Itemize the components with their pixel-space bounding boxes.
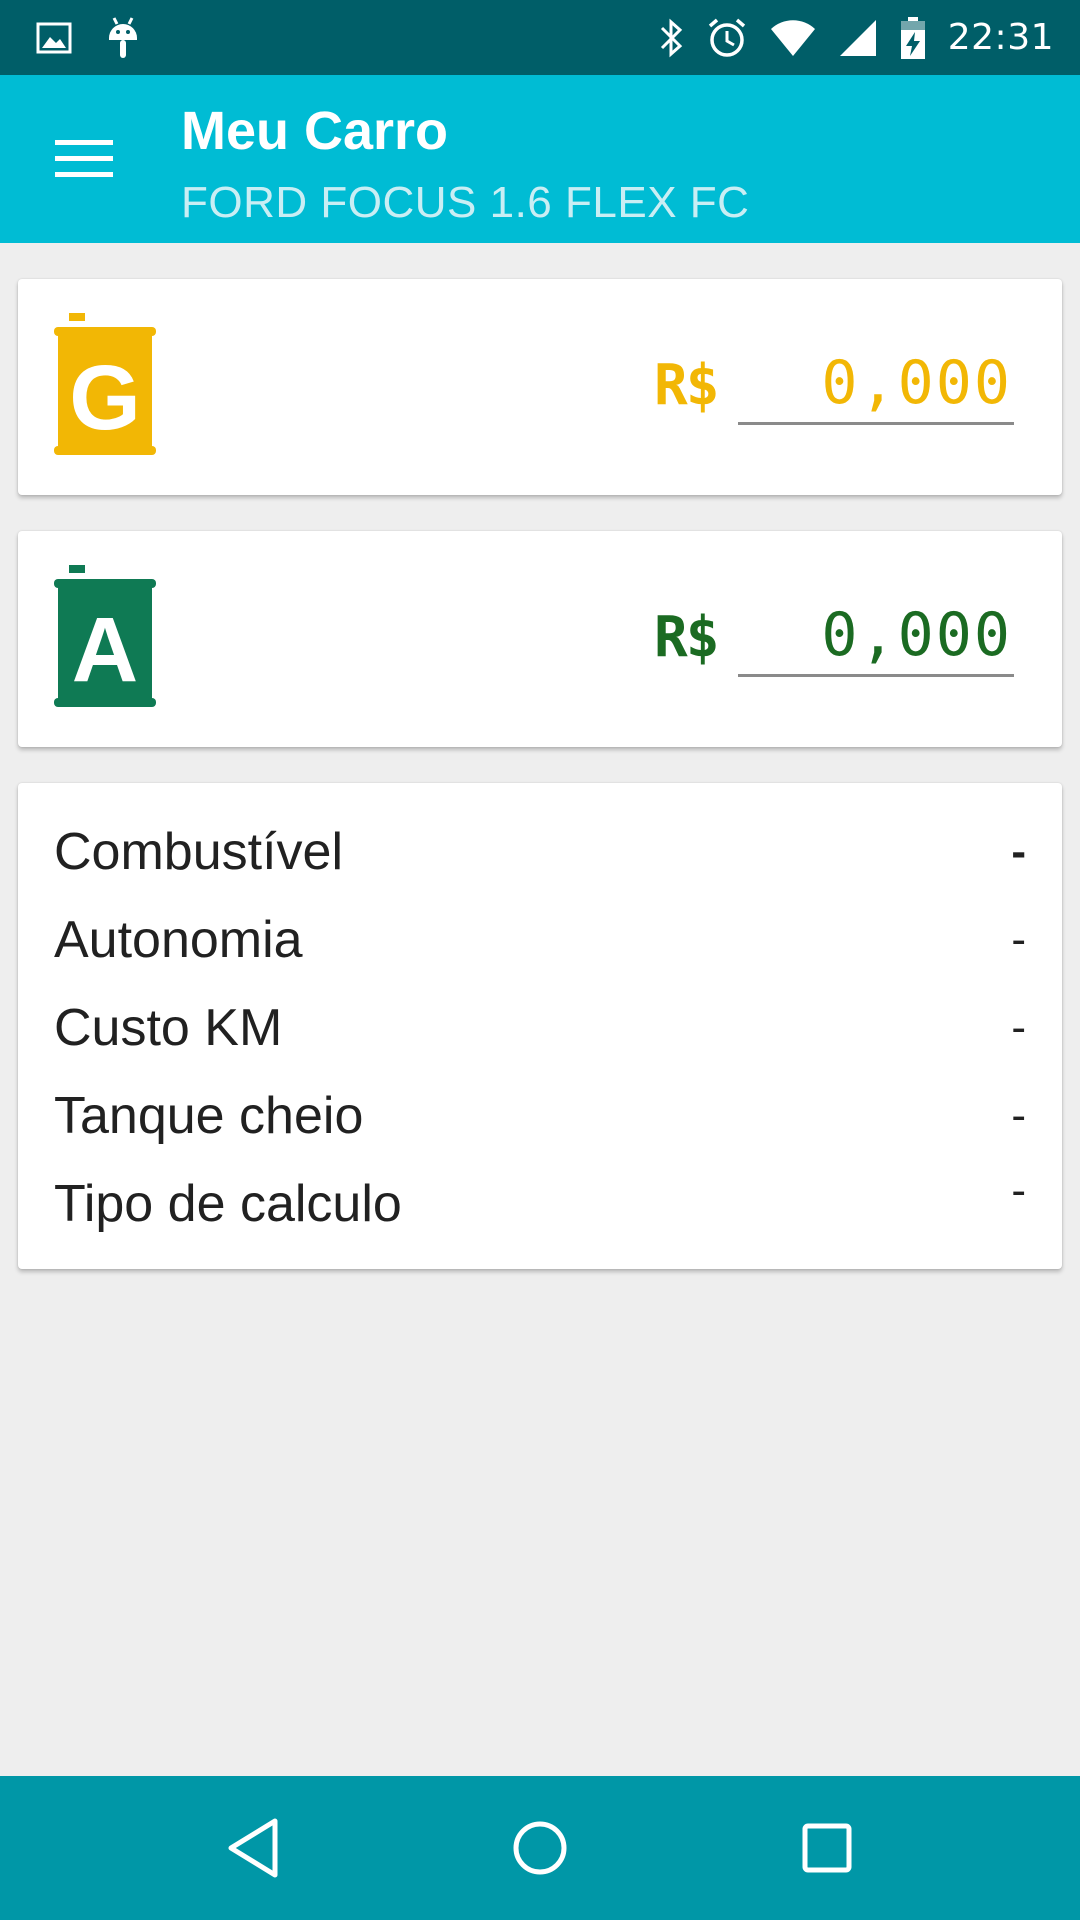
info-label: Autonomia [54,911,303,969]
cell-signal-icon [838,18,878,58]
recents-button[interactable] [777,1798,877,1898]
bluetooth-icon [658,18,684,58]
info-row-tanque-cheio: Tanque cheio - [54,1072,1026,1160]
info-value: - [1011,915,1026,964]
info-value: - [1011,1091,1026,1140]
alarm-icon [706,17,748,59]
alcohol-price-input[interactable] [738,595,1014,674]
navigation-bar [0,1776,1080,1920]
gasoline-letter: G [69,347,141,449]
alcohol-currency: R$ [654,605,719,670]
home-button[interactable] [490,1798,590,1898]
menu-button[interactable] [40,115,128,203]
home-icon [513,1821,567,1875]
back-icon [228,1818,278,1878]
status-bar: 22:31 [0,0,1080,75]
recents-icon [802,1823,852,1873]
status-time: 22:31 [947,17,1054,58]
app-title: Meu Carro [181,101,449,161]
info-row-combustivel: Combustível - [54,808,1026,896]
info-value: - [1011,1003,1026,1052]
alcohol-can-icon: A [54,565,156,707]
car-model-subtitle: FORD FOCUS 1.6 FLEX FC [181,178,750,227]
info-row-autonomia: Autonomia - [54,896,1026,984]
app-bar: Meu Carro FORD FOCUS 1.6 FLEX FC [0,75,1080,243]
gasoline-currency: R$ [654,353,719,418]
alcohol-letter: A [72,599,138,701]
info-value: - [1011,1166,1026,1215]
results-card: Combustível - Autonomia - Custo KM - Tan… [18,783,1062,1269]
wifi-icon [770,19,816,57]
gasoline-price-input[interactable] [738,343,1014,422]
info-row-tipo-de-calculo: Tipo de calculo - [54,1160,1026,1248]
info-label: Tanque cheio [54,1087,364,1145]
battery-charging-icon [900,16,926,60]
info-label: Tipo de calculo [54,1175,402,1233]
info-label: Combustível [54,823,343,881]
image-icon [36,22,72,54]
hamburger-menu-icon [55,140,113,177]
gasoline-card: G R$ [18,279,1062,495]
alcohol-card: A R$ [18,531,1062,747]
alcohol-price-field [738,595,1014,677]
gasoline-can-icon: G [54,313,156,455]
back-button[interactable] [203,1798,303,1898]
android-debug-icon [106,16,140,60]
info-value: - [1011,827,1026,876]
info-row-custo-km: Custo KM - [54,984,1026,1072]
info-label: Custo KM [54,999,283,1057]
gasoline-price-field [738,343,1014,425]
